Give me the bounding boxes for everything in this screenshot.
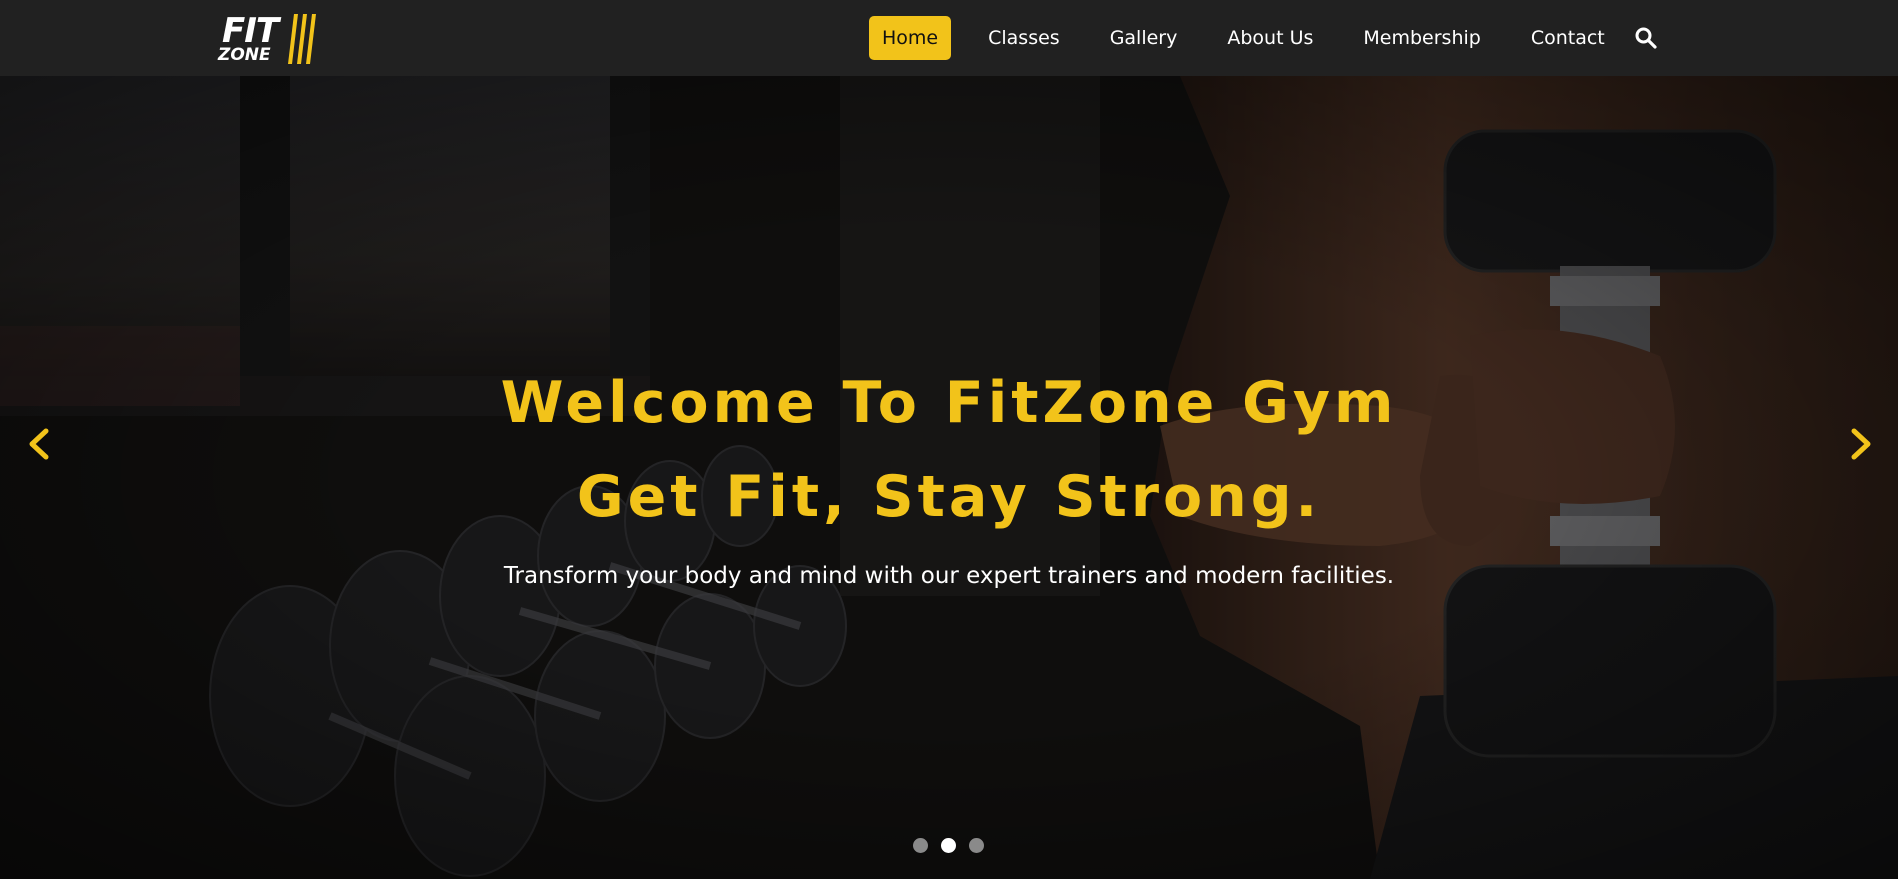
hero-slider: Welcome To FitZone Gym Get Fit, Stay Str… (0, 76, 1898, 879)
slider-prev-button[interactable] (18, 419, 58, 469)
slide-dot-1[interactable] (913, 838, 928, 853)
navbar: FIT ZONE Home Classes Gallery About Us M… (0, 0, 1898, 76)
chevron-left-icon (29, 428, 49, 460)
hero-headline: Welcome To FitZone Gym (500, 370, 1398, 436)
hero-subtitle: Transform your body and mind with our ex… (503, 563, 1395, 589)
search-button[interactable] (1634, 26, 1658, 50)
slider-dots (913, 838, 997, 853)
search-icon (1635, 27, 1657, 49)
nav-item-membership[interactable]: Membership (1350, 16, 1493, 60)
chevron-right-icon (1851, 428, 1871, 460)
logo-text-fit: FIT (222, 11, 279, 51)
slide-dot-3[interactable] (969, 838, 984, 853)
slider-next-button[interactable] (1842, 419, 1882, 469)
main-nav: Home Classes Gallery About Us Membership… (869, 16, 1642, 60)
logo-stripes-icon (288, 14, 316, 64)
logo-text-zone: ZONE (218, 45, 271, 65)
fitzone-logo[interactable]: FIT ZONE (218, 14, 320, 66)
hero-tagline: Get Fit, Stay Strong. (576, 464, 1322, 530)
nav-item-about-us[interactable]: About Us (1214, 16, 1326, 60)
slide-dot-2[interactable] (941, 838, 956, 853)
nav-item-home[interactable]: Home (869, 16, 952, 60)
nav-item-contact[interactable]: Contact (1518, 16, 1618, 60)
hero-content: Welcome To FitZone Gym Get Fit, Stay Str… (0, 76, 1898, 879)
nav-item-classes[interactable]: Classes (975, 16, 1073, 60)
nav-item-gallery[interactable]: Gallery (1097, 16, 1191, 60)
